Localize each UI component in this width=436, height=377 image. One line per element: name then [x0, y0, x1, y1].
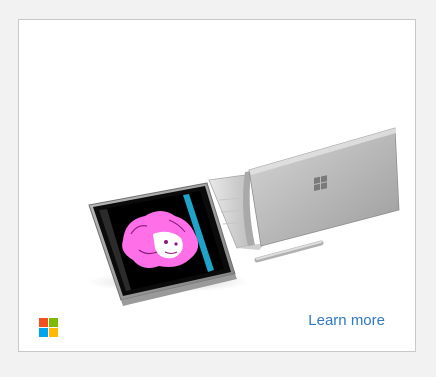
microsoft-logo-icon [39, 318, 58, 337]
logo-yellow-square [49, 328, 58, 337]
page: Learn more [0, 0, 436, 377]
logo-green-square [49, 318, 58, 327]
laptop [208, 127, 400, 250]
ad-card[interactable]: Learn more [18, 19, 416, 352]
logo-blue-square [39, 328, 48, 337]
learn-more-link[interactable]: Learn more [308, 312, 385, 330]
product-image[interactable] [19, 20, 415, 310]
logo-red-square [39, 318, 48, 327]
